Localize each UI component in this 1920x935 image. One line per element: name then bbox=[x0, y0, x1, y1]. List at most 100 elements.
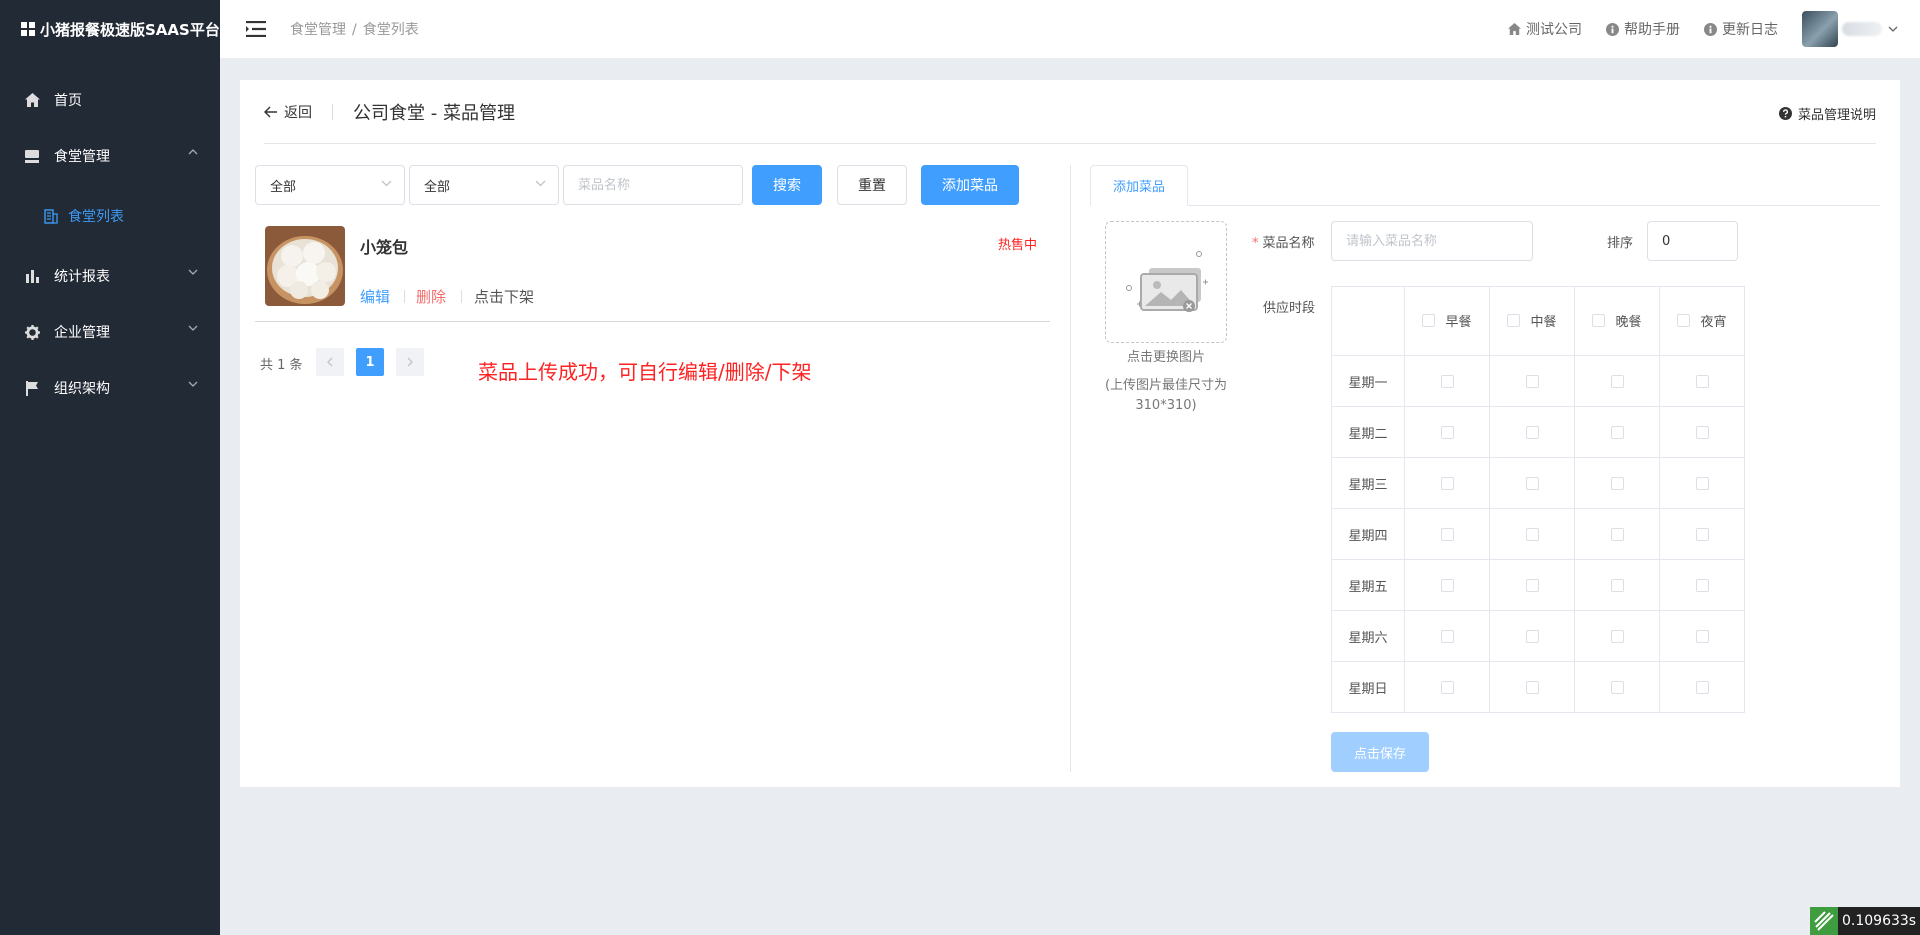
slot-checkbox[interactable] bbox=[1440, 425, 1454, 439]
slot-checkbox[interactable] bbox=[1440, 374, 1454, 388]
chevron-up-icon bbox=[188, 149, 198, 155]
slot-checkbox[interactable] bbox=[1440, 476, 1454, 490]
table-row: 星期日 bbox=[1331, 661, 1745, 713]
slot-checkbox[interactable] bbox=[1610, 527, 1624, 541]
sidebar-item-label: 企业管理 bbox=[54, 325, 110, 341]
tab-add-dish[interactable]: 添加菜品 bbox=[1090, 165, 1188, 206]
reset-button[interactable]: 重置 bbox=[837, 165, 907, 205]
slot-checkbox[interactable] bbox=[1525, 629, 1539, 643]
menu-toggle-icon[interactable] bbox=[244, 17, 268, 41]
slot-checkbox[interactable] bbox=[1610, 578, 1624, 592]
meal-label: 夜宵 bbox=[1700, 315, 1727, 330]
home-icon bbox=[1508, 23, 1521, 35]
annotation-text: 菜品上传成功，可自行编辑/删除/下架 bbox=[478, 360, 812, 384]
delete-dish-link[interactable]: 删除 bbox=[416, 286, 446, 307]
slot-checkbox[interactable] bbox=[1610, 425, 1624, 439]
page-title: 公司食堂 - 菜品管理 bbox=[353, 102, 515, 124]
chevron-down-icon bbox=[188, 269, 198, 275]
chevron-down-icon bbox=[188, 325, 198, 331]
slot-checkbox[interactable] bbox=[1440, 680, 1454, 694]
slot-checkbox[interactable] bbox=[1610, 629, 1624, 643]
render-timer: 0.109633s bbox=[1810, 907, 1920, 935]
slot-checkbox[interactable] bbox=[1525, 425, 1539, 439]
slot-checkbox[interactable] bbox=[1695, 680, 1709, 694]
sidebar-item-reports[interactable]: 统计报表 bbox=[0, 248, 220, 304]
sidebar-item-organization[interactable]: 组织架构 bbox=[0, 360, 220, 416]
company-link-label: 测试公司 bbox=[1526, 22, 1582, 38]
slot-checkbox[interactable] bbox=[1695, 578, 1709, 592]
slot-checkbox[interactable] bbox=[1610, 374, 1624, 388]
slot-checkbox[interactable] bbox=[1695, 425, 1709, 439]
slot-checkbox[interactable] bbox=[1440, 527, 1454, 541]
back-button[interactable]: 返回 bbox=[264, 102, 312, 122]
meal-label: 早餐 bbox=[1445, 315, 1472, 330]
app-logo[interactable]: 小猪报餐极速版SAAS平台 bbox=[0, 0, 220, 58]
breadcrumb-item[interactable]: 食堂管理 bbox=[290, 22, 346, 38]
slot-checkbox[interactable] bbox=[1525, 680, 1539, 694]
help-manual-link[interactable]: 帮助手册 bbox=[1606, 19, 1680, 39]
bar-chart-icon bbox=[24, 268, 40, 284]
slot-checkbox[interactable] bbox=[1440, 578, 1454, 592]
table-cell bbox=[1489, 457, 1575, 509]
slot-checkbox[interactable] bbox=[1525, 374, 1539, 388]
slot-checkbox[interactable] bbox=[1610, 476, 1624, 490]
status-select[interactable]: 全部 bbox=[409, 165, 559, 205]
take-offline-link[interactable]: 点击下架 bbox=[474, 286, 534, 307]
table-row: 星期二 bbox=[1331, 406, 1745, 458]
table-cell bbox=[1404, 559, 1490, 611]
sort-input[interactable] bbox=[1647, 221, 1738, 261]
gear-icon bbox=[24, 324, 40, 340]
changelog-link[interactable]: 更新日志 bbox=[1704, 19, 1778, 39]
company-link[interactable]: 测试公司 bbox=[1508, 19, 1582, 39]
table-cell bbox=[1574, 661, 1660, 713]
sidebar-item-canteen-management[interactable]: 食堂管理 bbox=[0, 128, 220, 184]
help-link[interactable]: 菜品管理说明 bbox=[1778, 104, 1876, 123]
slot-checkbox[interactable] bbox=[1525, 578, 1539, 592]
slot-checkbox[interactable] bbox=[1695, 476, 1709, 490]
dish-search-input[interactable] bbox=[563, 165, 743, 205]
canteen-icon bbox=[24, 148, 40, 164]
search-button[interactable]: 搜索 bbox=[752, 165, 822, 205]
table-row: 星期五 bbox=[1331, 559, 1745, 611]
day-label: 星期五 bbox=[1331, 559, 1405, 611]
slot-checkbox[interactable] bbox=[1695, 374, 1709, 388]
add-dish-button[interactable]: 添加菜品 bbox=[921, 165, 1019, 205]
sidebar-item-canteen-list[interactable]: 食堂列表 bbox=[0, 184, 220, 248]
divider bbox=[332, 103, 333, 120]
caret-down-icon[interactable] bbox=[1888, 26, 1898, 32]
image-upload[interactable] bbox=[1105, 221, 1227, 343]
meal-checkbox[interactable] bbox=[1677, 314, 1691, 327]
dish-name-input[interactable] bbox=[1331, 221, 1533, 261]
avatar[interactable] bbox=[1802, 11, 1838, 47]
breadcrumb-separator: / bbox=[352, 22, 357, 38]
slot-checkbox[interactable] bbox=[1440, 629, 1454, 643]
prev-page-button[interactable] bbox=[316, 348, 344, 376]
meal-header: 中餐 bbox=[1489, 286, 1575, 356]
page-number-current[interactable]: 1 bbox=[356, 348, 384, 376]
panel-divider bbox=[1070, 165, 1071, 772]
day-label: 星期四 bbox=[1331, 508, 1405, 560]
save-button[interactable]: 点击保存 bbox=[1331, 732, 1429, 772]
sidebar-item-home[interactable]: 首页 bbox=[0, 72, 220, 128]
meal-checkbox[interactable] bbox=[1592, 314, 1606, 327]
slot-checkbox[interactable] bbox=[1695, 629, 1709, 643]
next-page-button[interactable] bbox=[396, 348, 424, 376]
table-row: 星期一 bbox=[1331, 355, 1745, 407]
slot-checkbox[interactable] bbox=[1695, 527, 1709, 541]
sidebar-item-enterprise[interactable]: 企业管理 bbox=[0, 304, 220, 360]
table-row: 星期六 bbox=[1331, 610, 1745, 662]
category-select-value: 全部 bbox=[270, 179, 297, 195]
table-cell bbox=[1659, 355, 1745, 407]
slot-checkbox[interactable] bbox=[1525, 527, 1539, 541]
slot-checkbox[interactable] bbox=[1525, 476, 1539, 490]
table-cell bbox=[1659, 559, 1745, 611]
table-cell bbox=[1489, 355, 1575, 407]
slot-checkbox[interactable] bbox=[1610, 680, 1624, 694]
top-bar: 食堂管理 / 食堂列表 测试公司 帮助手册 更新日志 bbox=[220, 0, 1920, 58]
user-name-blurred[interactable] bbox=[1842, 22, 1882, 36]
category-select[interactable]: 全部 bbox=[255, 165, 405, 205]
meal-checkbox[interactable] bbox=[1422, 314, 1436, 327]
edit-dish-link[interactable]: 编辑 bbox=[360, 286, 390, 307]
meal-checkbox[interactable] bbox=[1507, 314, 1521, 327]
question-circle-icon bbox=[1778, 107, 1792, 120]
